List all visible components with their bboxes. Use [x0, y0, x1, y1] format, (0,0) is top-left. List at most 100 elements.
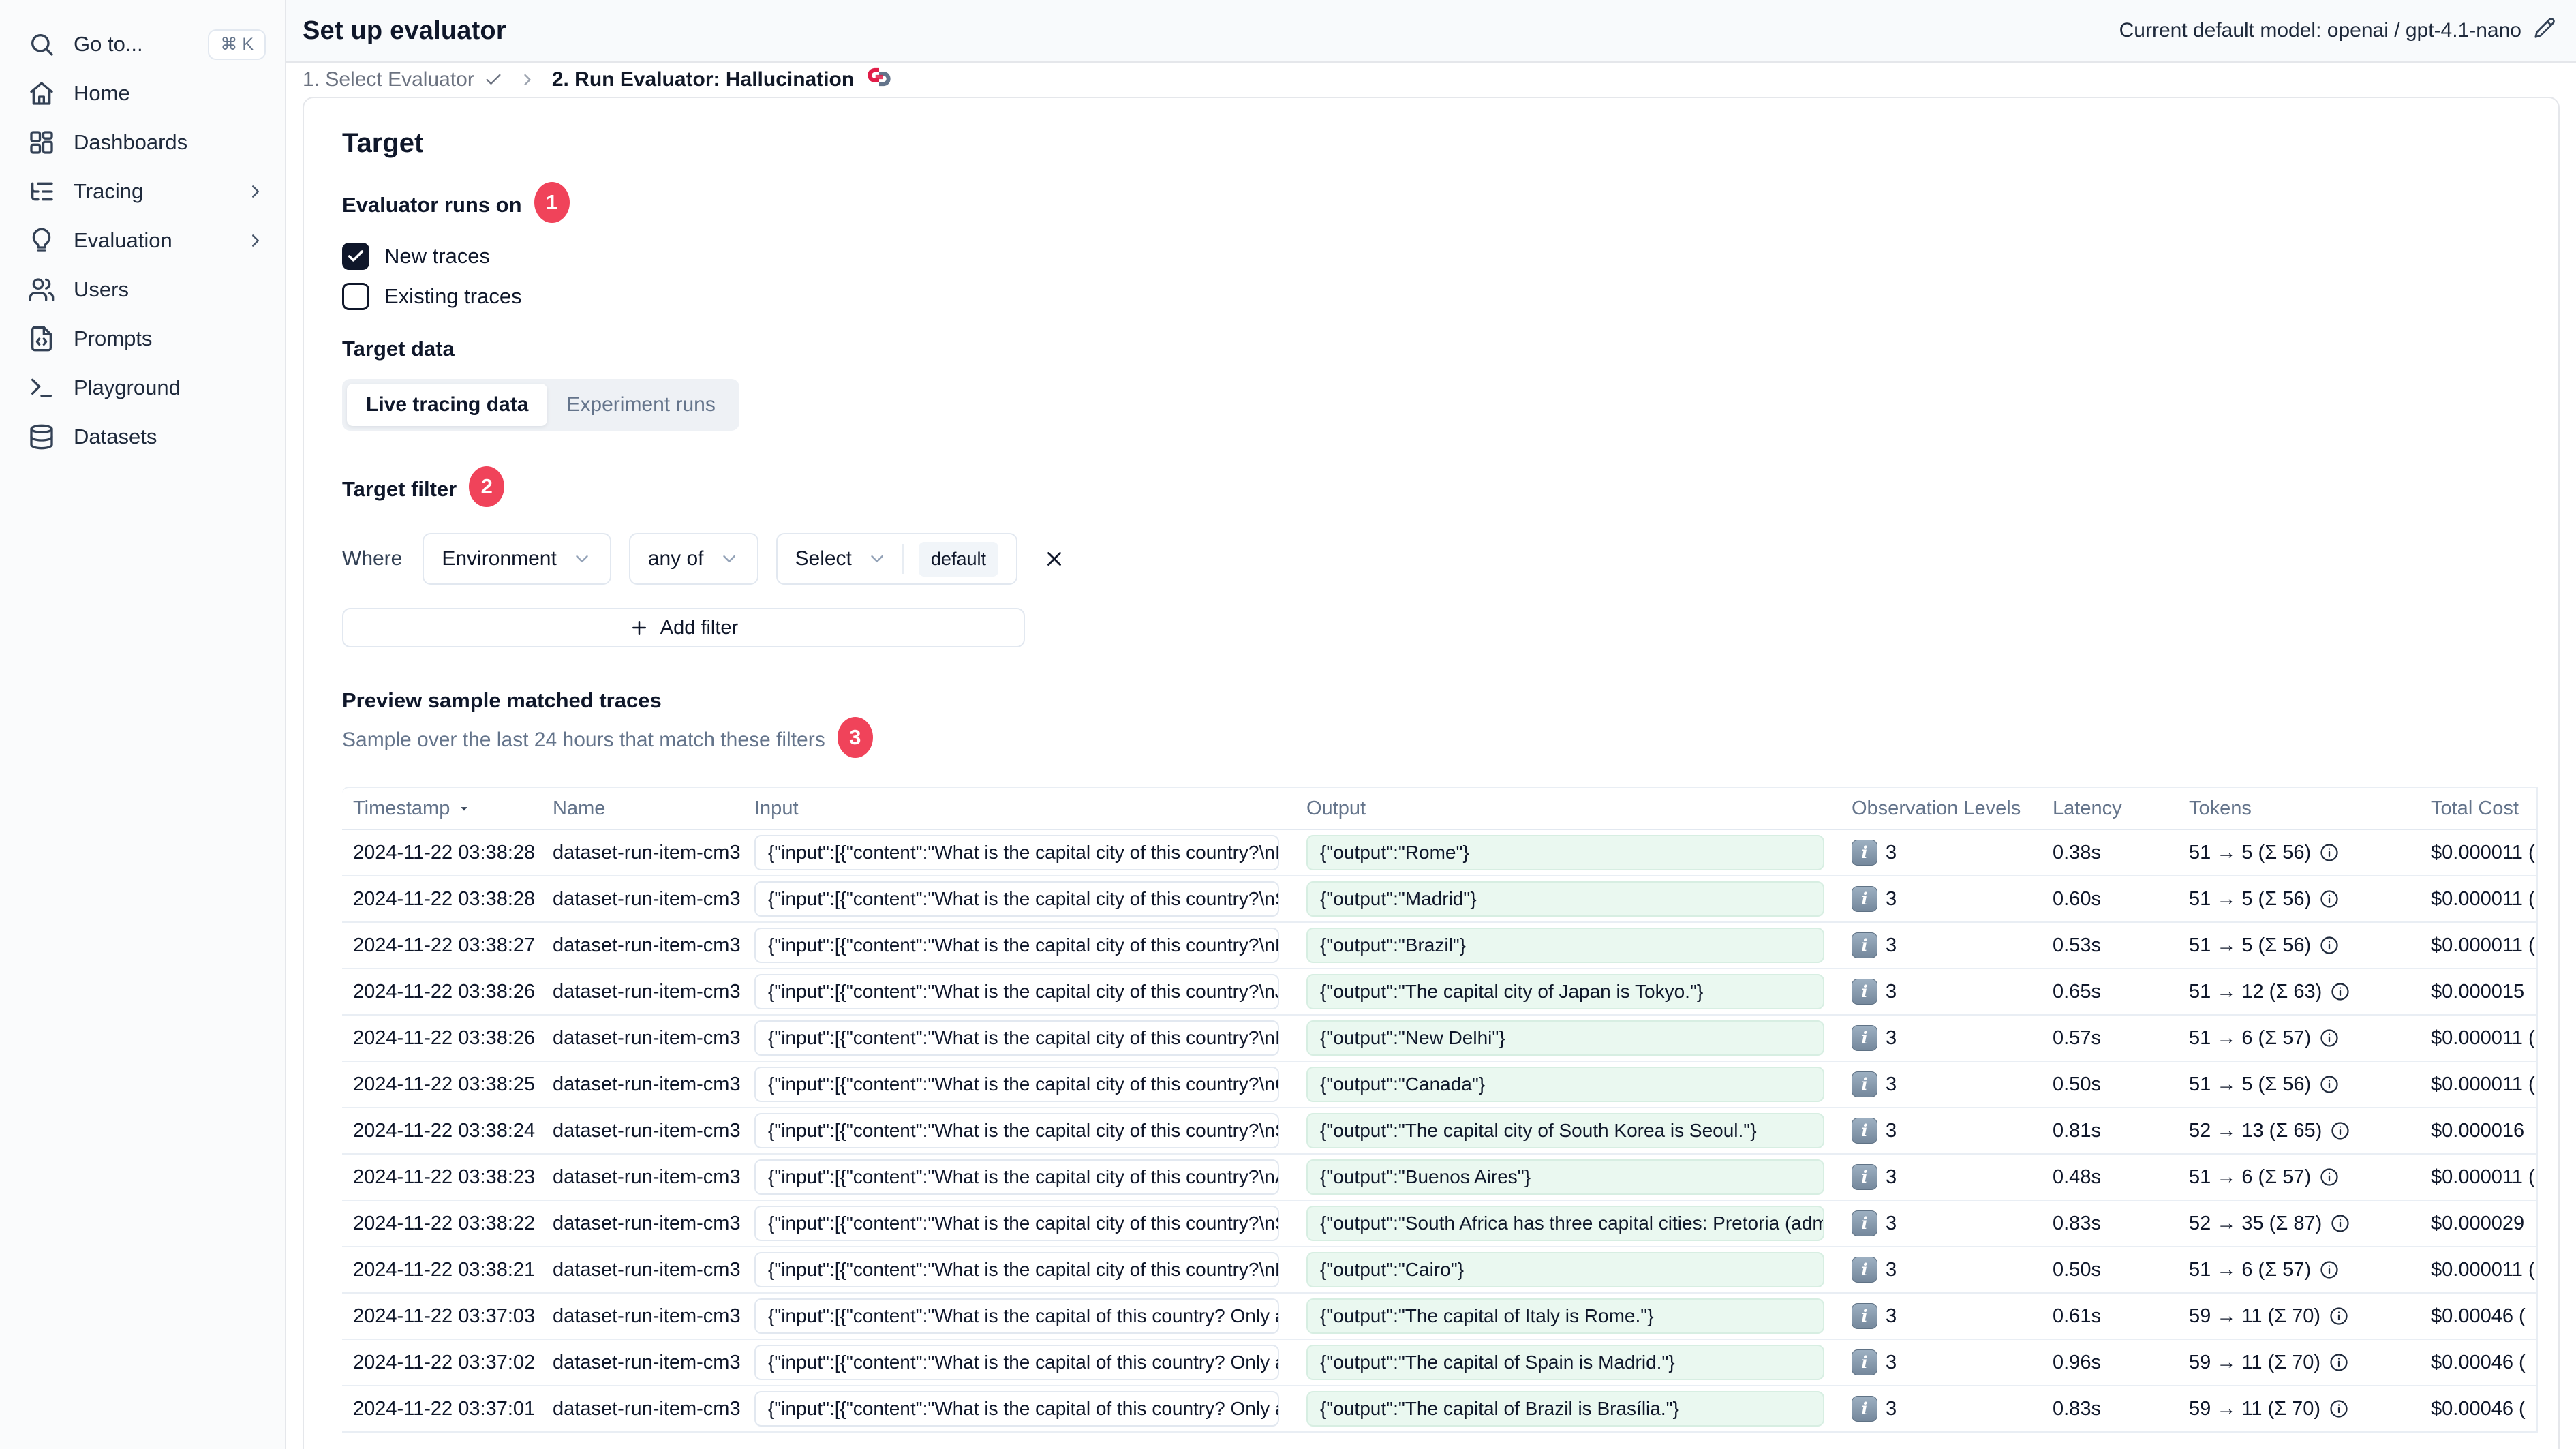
output-preview-chip[interactable]: {"output":"The capital of Spain is Madri…	[1306, 1345, 1824, 1380]
table-row[interactable]: 2024-11-22 03:38:25 dataset-run-item-cm3s…	[342, 1062, 2536, 1108]
info-icon[interactable]	[2319, 1167, 2340, 1187]
info-icon[interactable]	[2330, 981, 2350, 1002]
table-row[interactable]: 2024-11-22 03:38:28 dataset-run-item-cm3s…	[342, 830, 2536, 876]
sidebar-item-label: Evaluation	[74, 228, 172, 252]
cell-timestamp: 2024-11-22 03:38:21	[353, 1258, 536, 1281]
sidebar-item-users[interactable]: Users	[0, 269, 285, 311]
cell-name: dataset-run-item-cm3s4	[553, 1165, 741, 1188]
info-icon[interactable]	[2330, 1213, 2350, 1234]
sidebar-item-dashboards[interactable]: Dashboards	[0, 121, 285, 164]
filter-value-select[interactable]: Select default	[776, 533, 1017, 585]
col-input[interactable]: Input	[741, 797, 1293, 820]
output-preview-chip[interactable]: {"output":"Brazil"}	[1306, 928, 1824, 963]
sidebar-item-home[interactable]: Home	[0, 72, 285, 115]
goto-search[interactable]: Go to... ⌘ K	[0, 23, 285, 65]
chevron-down-icon	[867, 549, 887, 569]
edit-pencil-icon[interactable]	[2534, 17, 2556, 44]
output-preview-chip[interactable]: {"output":"Buenos Aires"}	[1306, 1159, 1824, 1195]
info-icon[interactable]	[2319, 935, 2340, 956]
sidebar-item-label: Prompts	[74, 326, 153, 350]
input-preview-chip[interactable]: {"input":[{"content":"What is the capita…	[754, 928, 1279, 963]
output-preview-chip[interactable]: {"output":"The capital city of Japan is …	[1306, 974, 1824, 1009]
col-observation-levels[interactable]: Observation Levels	[1838, 797, 2042, 820]
col-timestamp[interactable]: Timestamp	[342, 797, 543, 820]
table-row[interactable]: 2024-11-22 03:38:23 dataset-run-item-cm3s…	[342, 1155, 2536, 1201]
remove-filter-button[interactable]	[1035, 540, 1073, 578]
sidebar-item-playground[interactable]: Playground	[0, 367, 285, 409]
table-row[interactable]: 2024-11-22 03:38:21 dataset-run-item-cm3s…	[342, 1247, 2536, 1294]
info-icon[interactable]	[2319, 1260, 2340, 1280]
sidebar-item-tracing[interactable]: Tracing	[0, 170, 285, 213]
input-preview-chip[interactable]: {"input":[{"content":"What is the capita…	[754, 1067, 1279, 1102]
output-preview-chip[interactable]: {"output":"New Delhi"}	[1306, 1020, 1824, 1056]
output-preview-chip[interactable]: {"output":"Cairo"}	[1306, 1252, 1824, 1287]
input-preview-chip[interactable]: {"input":[{"content":"What is the capita…	[754, 1391, 1279, 1427]
table-row[interactable]: 2024-11-22 03:38:26 dataset-run-item-cm3s…	[342, 1016, 2536, 1062]
filter-value-placeholder: Select	[795, 547, 852, 570]
page-title: Set up evaluator	[303, 16, 506, 45]
input-preview-chip[interactable]: {"input":[{"content":"What is the capita…	[754, 1298, 1279, 1334]
table-row[interactable]: 2024-11-22 03:38:26 dataset-run-item-cm3s…	[342, 969, 2536, 1016]
input-preview-chip[interactable]: {"input":[{"content":"What is the capita…	[754, 974, 1279, 1009]
filter-column-select[interactable]: Environment	[423, 533, 611, 585]
checkbox-existing-traces[interactable]: Existing traces	[342, 279, 2558, 314]
tab-experiment-runs[interactable]: Experiment runs	[547, 384, 734, 426]
cell-observation-levels: i3	[1838, 886, 2042, 912]
cell-timestamp: 2024-11-22 03:38:23	[353, 1165, 536, 1188]
info-icon[interactable]	[2319, 1028, 2340, 1048]
info-icon[interactable]	[2329, 1399, 2349, 1419]
col-total-cost[interactable]: Total Cost	[2421, 797, 2536, 820]
table-row[interactable]: 2024-11-22 03:37:01 dataset-run-item-cm3s…	[342, 1386, 2536, 1433]
cell-input: {"input":[{"content":"What is the capita…	[741, 1345, 1293, 1380]
observation-level-icon: i	[1852, 1257, 1877, 1283]
input-preview-chip[interactable]: {"input":[{"content":"What is the capita…	[754, 1206, 1279, 1241]
sidebar-item-evaluation[interactable]: Evaluation	[0, 219, 285, 262]
col-output[interactable]: Output	[1293, 797, 1838, 820]
info-icon[interactable]	[2319, 842, 2340, 863]
info-icon[interactable]	[2319, 889, 2340, 909]
checkbox-new-traces[interactable]: New traces	[342, 239, 2558, 273]
table-row[interactable]: 2024-11-22 03:37:02 dataset-run-item-cm3s…	[342, 1340, 2536, 1386]
output-preview-chip[interactable]: {"output":"Canada"}	[1306, 1067, 1824, 1102]
input-preview-chip[interactable]: {"input":[{"content":"What is the capita…	[754, 835, 1279, 870]
breadcrumb-step-1[interactable]: 1. Select Evaluator	[303, 68, 503, 91]
preview-subtitle-row: Sample over the last 24 hours that match…	[342, 717, 2558, 761]
table-row[interactable]: 2024-11-22 03:38:24 dataset-run-item-cm3s…	[342, 1108, 2536, 1155]
cell-name: dataset-run-item-cm3s4	[553, 1351, 741, 1373]
col-name[interactable]: Name	[543, 797, 741, 820]
input-preview-chip[interactable]: {"input":[{"content":"What is the capita…	[754, 1113, 1279, 1148]
output-preview-chip[interactable]: {"output":"Madrid"}	[1306, 881, 1824, 917]
info-icon[interactable]	[2330, 1120, 2350, 1141]
info-icon[interactable]	[2319, 1074, 2340, 1095]
input-preview-chip[interactable]: {"input":[{"content":"What is the capita…	[754, 881, 1279, 917]
col-tokens[interactable]: Tokens	[2179, 797, 2421, 820]
col-latency[interactable]: Latency	[2042, 797, 2179, 820]
add-filter-button[interactable]: Add filter	[342, 608, 1025, 647]
info-icon[interactable]	[2329, 1352, 2349, 1373]
filter-operator-value: any of	[647, 547, 704, 570]
sidebar-item-prompts[interactable]: Prompts	[0, 318, 285, 360]
table-row[interactable]: 2024-11-22 03:38:28 dataset-run-item-cm3s…	[342, 876, 2536, 923]
add-filter-label: Add filter	[660, 616, 739, 639]
sidebar-item-datasets[interactable]: Datasets	[0, 416, 285, 458]
info-icon[interactable]	[2329, 1306, 2349, 1326]
filter-operator-select[interactable]: any of	[628, 533, 758, 585]
output-preview-chip[interactable]: {"output":"The capital of Italy is Rome.…	[1306, 1298, 1824, 1334]
cell-name: dataset-run-item-cm3s4	[553, 1305, 741, 1327]
input-preview-chip[interactable]: {"input":[{"content":"What is the capita…	[754, 1345, 1279, 1380]
output-preview-chip[interactable]: {"output":"Rome"}	[1306, 835, 1824, 870]
token-usage: 51 → 6 (Σ 57)	[2189, 1026, 2312, 1049]
table-row[interactable]: 2024-11-22 03:37:03 dataset-run-item-cm3s…	[342, 1294, 2536, 1340]
table-row[interactable]: 2024-11-22 03:38:27 dataset-run-item-cm3s…	[342, 923, 2536, 969]
output-preview-chip[interactable]: {"output":"The capital city of South Kor…	[1306, 1113, 1824, 1148]
tab-live-tracing-data[interactable]: Live tracing data	[347, 384, 548, 426]
input-preview-chip[interactable]: {"input":[{"content":"What is the capita…	[754, 1159, 1279, 1195]
output-preview-chip[interactable]: {"output":"South Africa has three capita…	[1306, 1206, 1824, 1241]
checkbox-unchecked-icon[interactable]	[342, 283, 369, 310]
output-preview-chip[interactable]: {"output":"The capital of Brazil is Bras…	[1306, 1391, 1824, 1427]
cell-observation-levels: i3	[1838, 932, 2042, 958]
checkbox-checked-icon[interactable]	[342, 243, 369, 270]
input-preview-chip[interactable]: {"input":[{"content":"What is the capita…	[754, 1020, 1279, 1056]
input-preview-chip[interactable]: {"input":[{"content":"What is the capita…	[754, 1252, 1279, 1287]
table-row[interactable]: 2024-11-22 03:38:22 dataset-run-item-cm3s…	[342, 1201, 2536, 1247]
